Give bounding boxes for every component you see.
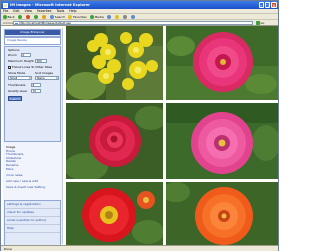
show-mode-select[interactable]: Small xyxy=(8,76,32,81)
max-height-label: Maximum Height xyxy=(8,59,34,63)
sort-label: Sort Images xyxy=(35,71,54,75)
zoom-label: Zoom xyxy=(8,53,17,57)
link-settings-registration[interactable]: settings & registration xyxy=(5,201,60,209)
enhancer-panel-header: Image Enhancer xyxy=(4,29,61,37)
nav-list: Image Home Thumbnails Slideshow Delete R… xyxy=(6,145,61,190)
link-email-author[interactable]: email us(admin to author) xyxy=(5,217,60,225)
sidebar: Image Enhancer Image Resize Options Zoom… xyxy=(3,28,63,246)
magenta-zinnia-image xyxy=(166,103,278,179)
image-gallery xyxy=(66,26,278,245)
status-bar: Done xyxy=(1,245,278,251)
link-check-updates[interactable]: check for updates xyxy=(5,209,60,217)
quality-input[interactable]: 70 xyxy=(31,89,41,93)
options-label: Options xyxy=(8,48,20,52)
window-title: IM Images - Microsoft Internet Explorer xyxy=(10,3,90,7)
magenta-zinnia-thumbnail[interactable] xyxy=(166,103,278,179)
follow-lines-checkbox[interactable]: ✓ xyxy=(8,65,11,69)
toolbar-label: Back xyxy=(7,15,15,19)
options-panel: Options Zoom 0 Maximum Height 300 ✓Follo… xyxy=(4,46,61,142)
page-icon xyxy=(15,22,18,24)
link-help[interactable]: Help xyxy=(5,225,60,233)
options-caption: Image Resize xyxy=(4,37,61,45)
max-height-input[interactable]: 300 xyxy=(35,59,47,63)
zoom-input[interactable]: 0 xyxy=(21,53,31,57)
follow-lines-row: ✓Follow Lines To Other Sites xyxy=(8,65,52,69)
maximize-button[interactable]: □ xyxy=(264,2,270,8)
refresh-icon xyxy=(33,15,38,19)
red-rose-thumbnail[interactable] xyxy=(66,103,163,179)
submit-button[interactable]: Submit xyxy=(8,96,22,101)
panel-title: Image Enhancer xyxy=(5,30,60,35)
home-icon xyxy=(41,15,46,19)
go-button[interactable]: Go xyxy=(256,21,276,25)
minimize-button[interactable]: – xyxy=(258,2,264,8)
address-value: http://localhost/IMimages/default.asp xyxy=(19,21,72,25)
pink-zinnia-thumbnail[interactable] xyxy=(166,26,278,100)
close-button[interactable]: × xyxy=(271,2,277,8)
favorites-icon xyxy=(68,15,73,19)
go-label: Go xyxy=(260,21,265,25)
forward-icon xyxy=(17,15,22,19)
back-icon xyxy=(2,15,7,19)
image-resize-label: Image Resize xyxy=(7,38,27,42)
toolbar-label: Media xyxy=(94,15,104,19)
links-panel: settings & registration check for update… xyxy=(4,200,61,246)
mail-icon xyxy=(114,15,119,19)
thumbnails-input[interactable]: 8 xyxy=(31,83,41,87)
follow-lines-label: Follow Lines To Other Sites xyxy=(12,65,53,69)
edit-icon xyxy=(130,15,135,19)
orange-zinnia-image xyxy=(166,182,278,245)
status-text: Done xyxy=(4,247,12,251)
app-icon xyxy=(3,2,8,8)
title-bar: IM Images - Microsoft Internet Explorer … xyxy=(1,1,278,9)
thumbnails-label: Thumbnails xyxy=(8,83,26,87)
browser-window: IM Images - Microsoft Internet Explorer … xyxy=(0,0,279,251)
red-zinnia-thumbnail[interactable] xyxy=(66,182,163,245)
red-zinnia-image xyxy=(66,182,163,245)
go-arrow-icon xyxy=(256,21,260,25)
nav-link-save-insert[interactable]: Save & Insert new Setting xyxy=(6,185,61,190)
orange-zinnia-thumbnail[interactable] xyxy=(166,182,278,245)
yellow-snapdragon-image xyxy=(66,26,163,100)
toolbar-label: Search xyxy=(54,15,66,19)
history-icon xyxy=(106,15,111,19)
address-input[interactable]: http://localhost/IMimages/default.asp xyxy=(13,21,253,25)
search-icon xyxy=(49,15,54,19)
print-icon xyxy=(122,15,127,19)
pink-zinnia-image xyxy=(166,26,278,100)
toolbar-label: Favorites xyxy=(73,15,87,19)
stop-icon xyxy=(25,15,30,19)
red-rose-image xyxy=(66,103,163,179)
page-content: Image Enhancer Image Resize Options Zoom… xyxy=(1,26,278,246)
show-mode-label: Show Mode xyxy=(8,71,26,75)
media-icon xyxy=(89,15,94,19)
yellow-snapdragon-thumbnail[interactable] xyxy=(66,26,163,100)
sort-select[interactable]: Name xyxy=(35,76,59,81)
quality-label: Quality level xyxy=(8,89,27,93)
